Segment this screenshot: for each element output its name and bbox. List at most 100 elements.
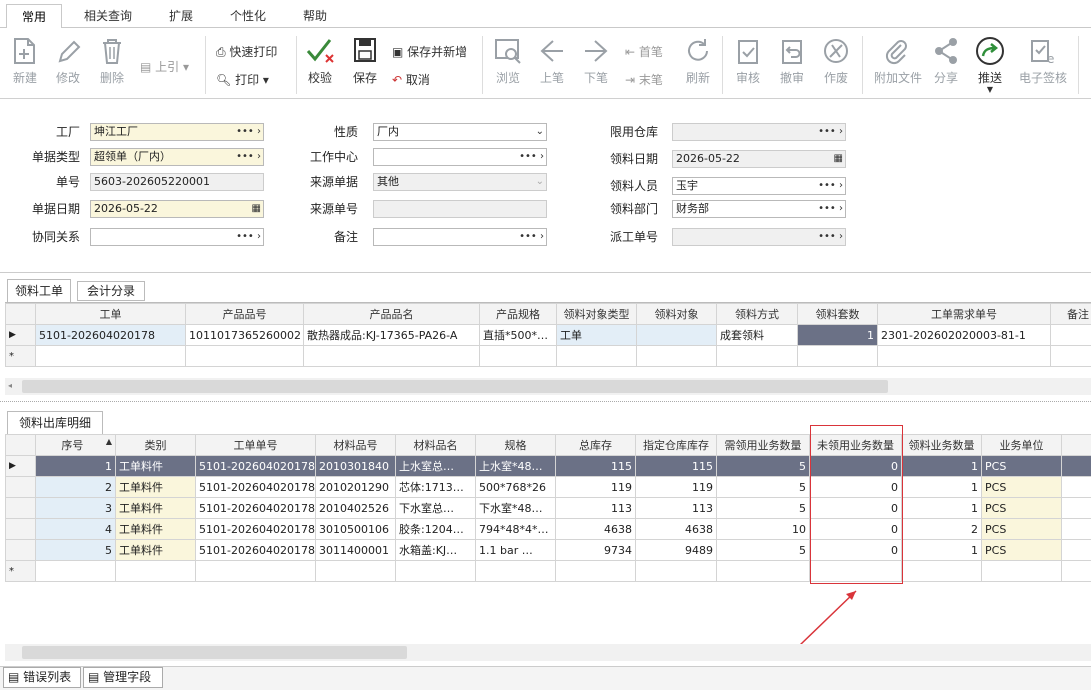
col-header[interactable]: 材料品名 [395,434,476,456]
table-row[interactable]: ▶ 5101-202604020178 1011017365260002 散热器… [5,324,1091,346]
lookup-icon[interactable]: ••• › [818,229,843,245]
cell[interactable]: 3010500106 [315,518,396,540]
lookup-icon[interactable]: ••• › [236,149,261,165]
save-button[interactable]: 保存 [345,36,385,86]
cell[interactable]: 1 [901,539,982,561]
last-record-button[interactable]: ⇥ 末笔 [625,71,663,89]
cell[interactable]: 水箱盖:KJ… [395,539,476,561]
col-header[interactable]: 领料方式 [716,303,798,325]
cell[interactable]: 1 [797,324,878,346]
nature-select[interactable]: 厂内 ⌄ [373,123,547,141]
table-row[interactable]: 4 工单料件 5101-202604020178 3010500106 胶条:1204…… [5,518,1091,540]
pickdept-field[interactable]: 财务部 ••• › [672,200,846,218]
col-header[interactable]: 总库存 [555,434,636,456]
quick-print-button[interactable]: ⎙ 快速打印 [216,43,277,61]
cell[interactable]: 2010301840 [315,455,396,477]
cell[interactable]: 工单 [556,324,637,346]
print-button[interactable]: 🔍︎ 打印 ▾ [216,71,269,89]
lookup-icon[interactable]: ••• › [818,124,843,140]
tab-error-list[interactable]: ▤ 错误列表 [3,667,81,688]
cell[interactable]: 1011017365260002 [185,324,304,346]
new-row[interactable]: * [5,345,1091,367]
splitter[interactable] [0,401,1091,402]
scrollbar-thumb[interactable] [22,380,888,393]
cell[interactable]: 3011400001 [315,539,396,561]
cell[interactable]: 1 [901,455,982,477]
lookup-icon[interactable]: ••• › [519,229,544,245]
cell[interactable]: 5101-202604020178 [195,455,316,477]
table-row[interactable]: ▶ 1 工单料件 5101-202604020178 2010301840 上水室总… 上水… [5,455,1091,477]
attach-button[interactable]: 附加文件 [874,36,922,86]
factory-field[interactable]: 坤江工厂 ••• › [90,123,264,141]
table-row[interactable]: 2 工单料件 5101-202604020178 2010201290 芯体:1713…… [5,476,1091,498]
tab-related-query[interactable]: 相关查询 [74,4,142,28]
cell[interactable]: 5 [35,539,116,561]
col-header[interactable]: 产品品名 [303,303,480,325]
lookup-icon[interactable]: ••• › [818,201,843,217]
cell[interactable]: 1.1 bar … [475,539,556,561]
col-header[interactable]: 产品品号 [185,303,304,325]
tab-issue-detail[interactable]: 领料出库明细 [7,411,103,434]
cell[interactable]: PCS [981,518,1062,540]
prev-record-button[interactable]: 上笔 [532,36,572,86]
cell[interactable]: 1 [901,497,982,519]
cell[interactable]: 5 [716,539,810,561]
cell[interactable]: 散热器成品:KJ-17365-PA26-A [303,324,480,346]
cell[interactable]: 成套领料 [716,324,798,346]
col-header[interactable]: 产品规格 [479,303,557,325]
new-button[interactable]: 新建 [5,36,45,86]
cell[interactable]: 115 [635,455,717,477]
tab-personalize[interactable]: 个性化 [220,4,276,28]
unaudit-button[interactable]: 撤审 [772,36,812,86]
cell[interactable]: 2010402526 [315,497,396,519]
cell[interactable]: 2 [901,518,982,540]
chevron-down-icon[interactable]: ⌄ [536,124,544,140]
col-header[interactable]: 类别 [115,434,196,456]
cell[interactable]: 下水室*48… [475,497,556,519]
cell[interactable]: 4 [35,518,116,540]
pickdate-field[interactable]: 2026-05-22 ▦ [672,150,846,168]
cell[interactable]: 5101-202604020178 [195,539,316,561]
tab-work-order[interactable]: 领料工单 [7,279,71,302]
push-button[interactable]: 推送 ▼ [970,36,1010,94]
cell[interactable]: 119 [635,476,717,498]
cell[interactable]: 119 [555,476,636,498]
col-header[interactable]: 备注 [1050,303,1091,325]
lookup-icon[interactable]: ••• › [519,149,544,165]
col-header[interactable]: 领料对象 [636,303,717,325]
cell[interactable]: 5 [716,497,810,519]
prev-load-button[interactable]: ▤ 上引 ▾ [140,58,189,76]
cell[interactable]: 5101-202604020178 [195,518,316,540]
cell[interactable]: PCS [981,539,1062,561]
cell[interactable]: 1 [35,455,116,477]
col-header[interactable]: 领料套数 [797,303,878,325]
cell[interactable]: 3 [35,497,116,519]
cell[interactable]: 直插*500*… [479,324,557,346]
esign-button[interactable]: e 电子签核 [1016,36,1070,86]
col-header[interactable]: 业务单位 [981,434,1062,456]
refresh-button[interactable]: 刷新 [678,36,718,86]
table-row[interactable]: 5 工单料件 5101-202604020178 3011400001 水箱盖:KJ… 1… [5,539,1091,561]
cell[interactable]: 芯体:1713… [395,476,476,498]
cell[interactable]: 工单料件 [115,497,196,519]
calendar-icon[interactable]: ▦ [252,201,261,217]
col-header[interactable]: 领料业务数量 [901,434,982,456]
tab-accounting-entry[interactable]: 会计分录 [77,281,145,301]
remark-field[interactable]: ••• › [373,228,547,246]
new-row[interactable]: * [5,560,1091,582]
calendar-icon[interactable]: ▦ [834,151,843,167]
cell[interactable]: 工单料件 [115,476,196,498]
cell[interactable] [636,324,717,346]
cell[interactable]: 2010201290 [315,476,396,498]
cell[interactable]: PCS [981,455,1062,477]
cell[interactable]: 1 [901,476,982,498]
cell[interactable]: 工单料件 [115,539,196,561]
srcdoc-select[interactable]: 其他 ⌄ [373,173,547,191]
cell[interactable]: 4638 [555,518,636,540]
cell[interactable]: 5101-202604020178 [195,497,316,519]
cell[interactable]: 下水室总… [395,497,476,519]
cell[interactable]: 5101-202604020178 [195,476,316,498]
cell[interactable]: 500*768*26 [475,476,556,498]
cancel-button[interactable]: ↶ 取消 [392,71,430,89]
col-header[interactable]: 序号 ▲ [35,434,116,456]
